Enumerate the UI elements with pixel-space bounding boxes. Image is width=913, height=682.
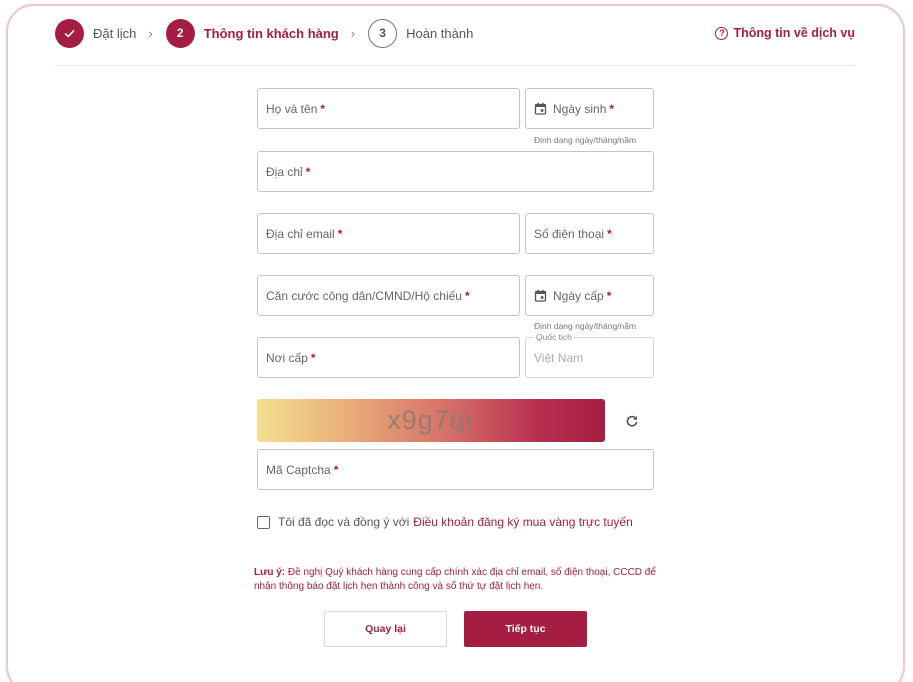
step-label: Hoàn thành: [406, 25, 474, 41]
step-label: Đặt lịch: [93, 25, 137, 41]
captcha-text: x9g7qi: [387, 405, 473, 435]
captcha-image: x9g7qi: [257, 399, 605, 442]
step-label: Thông tin khách hàng: [203, 25, 339, 41]
note: Lưu ý: Đề nghị Quý khách hàng cung cấp c…: [254, 566, 674, 594]
check-icon: [55, 18, 84, 48]
dob-hint: Định dạng ngày/tháng/năm: [534, 135, 637, 145]
refresh-icon[interactable]: [623, 412, 641, 430]
nationality-legend: Quốc tịch: [534, 332, 574, 342]
note-text: Đề nghị Quý khách hàng cung cấp chính xá…: [254, 567, 656, 592]
agree-text: Tôi đã đọc và đồng ý với: [278, 515, 410, 529]
required-mark: *: [310, 350, 316, 365]
step-booking[interactable]: Đặt lịch: [55, 18, 137, 48]
issue-date-field[interactable]: Ngày cấp *: [525, 275, 654, 316]
captcha-input[interactable]: Mã Captcha *: [257, 449, 654, 490]
required-mark: *: [607, 226, 612, 241]
note-title: Lưu ý:: [254, 567, 286, 578]
issue-date-hint: Định dạng ngày/tháng/năm: [534, 321, 637, 331]
header-divider: [55, 65, 855, 66]
field-label: Họ và tên: [266, 101, 318, 116]
id-number-field[interactable]: Căn cước công dân/CMND/Hộ chiếu *: [257, 275, 520, 316]
step-customer-info[interactable]: 2 Thông tin khách hàng: [165, 18, 339, 48]
continue-button[interactable]: Tiếp tục: [464, 611, 587, 647]
nationality-value: Việt Nam: [534, 350, 584, 365]
field-label: Nơi cấp: [266, 350, 308, 365]
field-label: Số điện thoại: [534, 226, 605, 241]
required-mark: *: [609, 101, 615, 116]
phone-field[interactable]: Số điện thoại *: [525, 213, 654, 254]
field-label: Căn cước công dân/CMND/Hộ chiếu: [266, 288, 462, 303]
required-mark: *: [305, 164, 311, 179]
field-label: Địa chỉ email: [266, 226, 335, 241]
required-mark: *: [320, 101, 326, 116]
full-name-field[interactable]: Họ và tên *: [257, 88, 520, 129]
email-field[interactable]: Địa chỉ email *: [257, 213, 520, 254]
dob-field[interactable]: Ngày sinh *: [525, 88, 654, 129]
required-mark: *: [606, 288, 612, 303]
issue-place-field[interactable]: Nơi cấp *: [257, 337, 520, 378]
field-label: Ngày cấp: [553, 288, 604, 303]
help-circle-icon: ?: [715, 26, 729, 40]
back-button[interactable]: Quay lại: [324, 611, 447, 647]
calendar-icon: [534, 289, 547, 302]
address-field[interactable]: Địa chỉ *: [257, 151, 654, 192]
terms-link[interactable]: Điều khoản đăng ký mua vàng trực tuyến: [413, 515, 633, 529]
calendar-icon: [534, 102, 547, 115]
stepper: Đặt lịch › 2 Thông tin khách hàng › 3 Ho…: [55, 18, 473, 48]
field-label: Ngày sinh: [553, 101, 607, 116]
step-number: 2: [165, 18, 195, 48]
field-label: Mã Captcha: [266, 462, 331, 477]
required-mark: *: [333, 462, 339, 477]
field-label: Địa chỉ: [266, 164, 303, 179]
required-mark: *: [337, 226, 343, 241]
agree-row: Tôi đã đọc và đồng ý với Điều khoản đăng…: [257, 515, 633, 529]
chevron-right-icon: ›: [148, 25, 153, 41]
required-mark: *: [464, 288, 470, 303]
service-info-link[interactable]: ? Thông tin về dịch vụ: [715, 26, 855, 40]
agree-checkbox[interactable]: [257, 515, 270, 529]
service-info-label: Thông tin về dịch vụ: [733, 26, 855, 40]
step-complete[interactable]: 3 Hoàn thành: [368, 18, 474, 48]
nationality-field: Quốc tịch Việt Nam: [525, 332, 654, 378]
step-number: 3: [368, 18, 398, 48]
chevron-right-icon: ›: [350, 25, 356, 41]
